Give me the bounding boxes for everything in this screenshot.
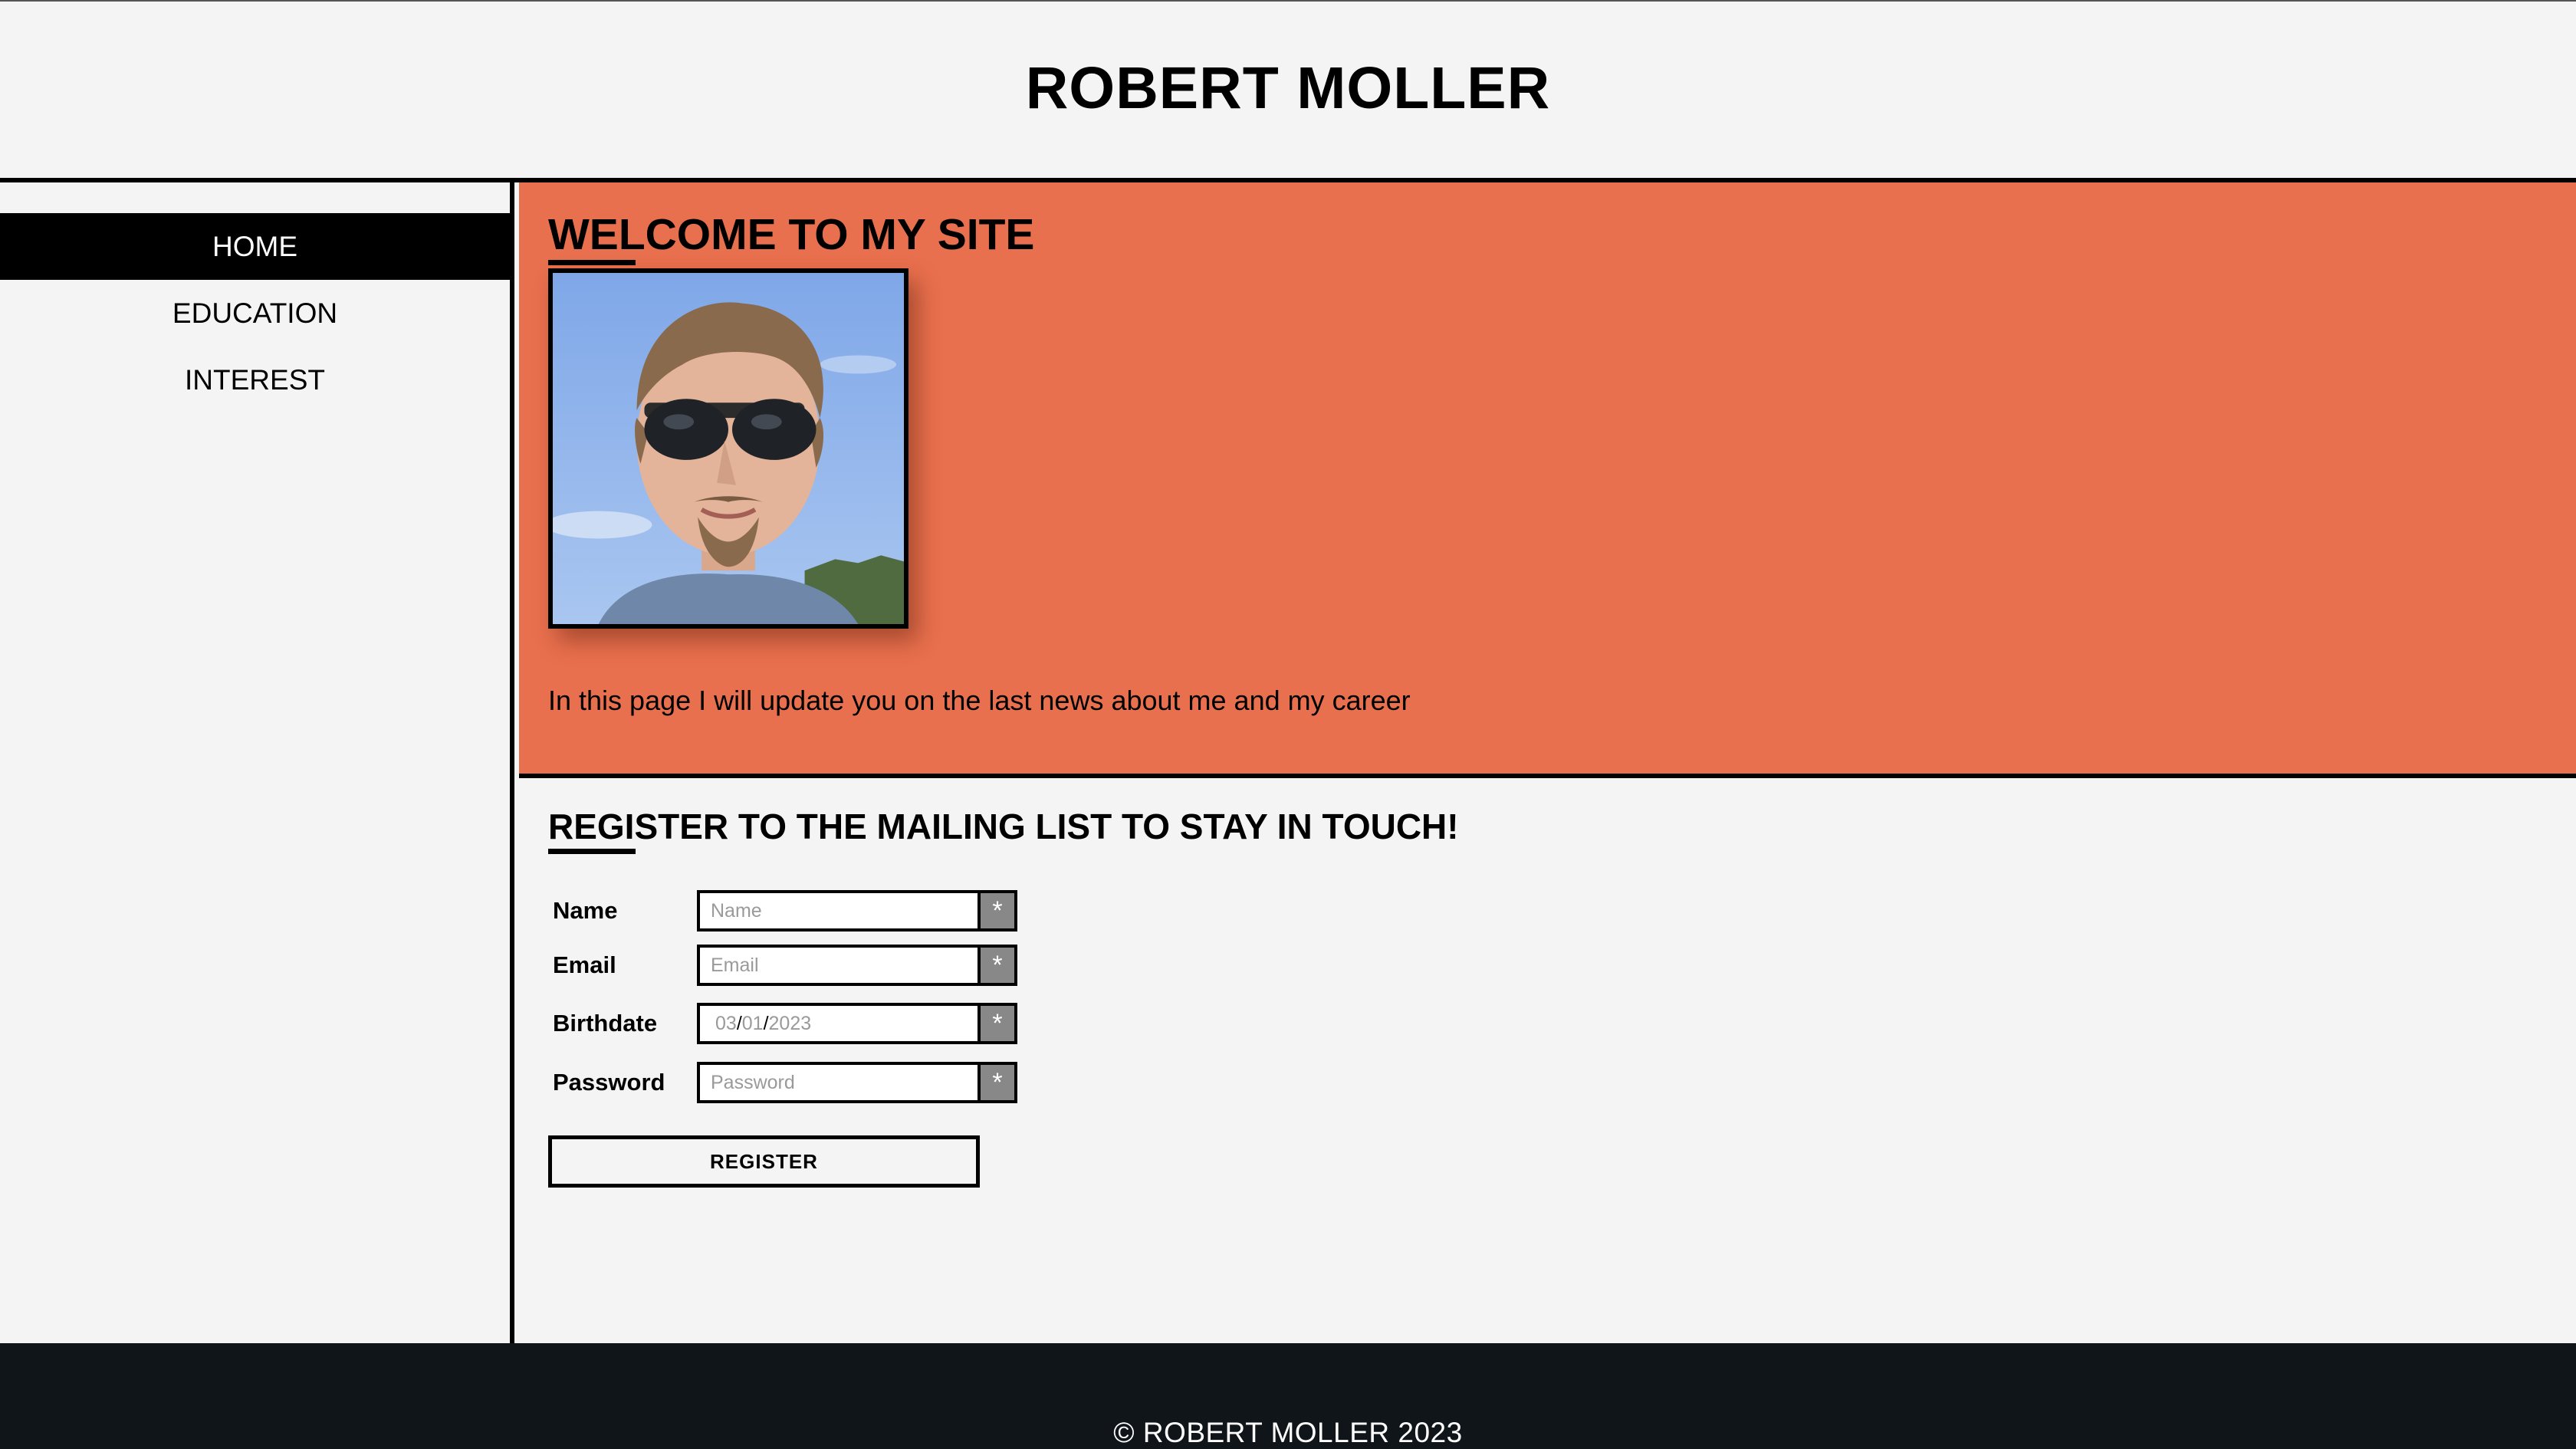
email-label: Email [553,951,616,978]
register-button[interactable]: REGISTER [548,1135,980,1188]
required-icon: * [978,945,1017,986]
welcome-title-underline [548,260,636,265]
email-field-wrap: * [697,945,1017,986]
site-header: ROBERT MOLLER [0,2,2576,182]
email-row: Email * [548,945,1017,986]
name-row: Name * [548,890,1017,932]
birthdate-label: Birthdate [553,1010,658,1037]
birthdate-row: Birthdate 03/01/2023 * [548,1003,1017,1044]
site-footer: © ROBERT MOLLER 2023 [0,1343,2576,1449]
email-input[interactable] [697,945,978,986]
profile-photo [548,268,909,629]
page: ROBERT MOLLER HOME EDUCATION INTEREST WE… [0,0,2576,1449]
welcome-section: WELCOME TO MY SITE In this page I will u… [519,182,2576,778]
sidebar-item-home[interactable]: HOME [0,213,510,280]
password-input[interactable] [697,1062,978,1103]
required-icon: * [978,890,1017,932]
sidebar-item-interest[interactable]: INTEREST [0,347,510,413]
birthdate-input[interactable]: 03/01/2023 [697,1003,978,1044]
birthdate-day: 01 [741,1012,764,1034]
password-row: Password * [548,1062,1017,1103]
password-field-wrap: * [697,1062,1017,1103]
welcome-title: WELCOME TO MY SITE [548,210,1035,259]
birthdate-year: 2023 [768,1012,812,1034]
name-field-wrap: * [697,890,1017,932]
register-title-underline [548,849,636,854]
register-title: REGISTER TO THE MAILING LIST TO STAY IN … [548,807,1459,846]
required-icon: * [978,1003,1017,1044]
name-label: Name [553,897,618,924]
site-title: ROBERT MOLLER [1025,54,1551,121]
required-icon: * [978,1062,1017,1103]
birthdate-month: 03 [715,1012,737,1034]
password-label: Password [553,1069,665,1096]
sidebar-item-education[interactable]: EDUCATION [0,280,510,347]
birthdate-field-wrap: 03/01/2023 * [697,1003,1017,1044]
welcome-text: In this page I will update you on the la… [548,685,1411,716]
register-section: REGISTER TO THE MAILING LIST TO STAY IN … [519,783,2576,1343]
sidebar: HOME EDUCATION INTEREST [0,182,514,1343]
footer-copyright: © ROBERT MOLLER 2023 [1113,1417,1463,1448]
name-input[interactable] [697,890,978,932]
